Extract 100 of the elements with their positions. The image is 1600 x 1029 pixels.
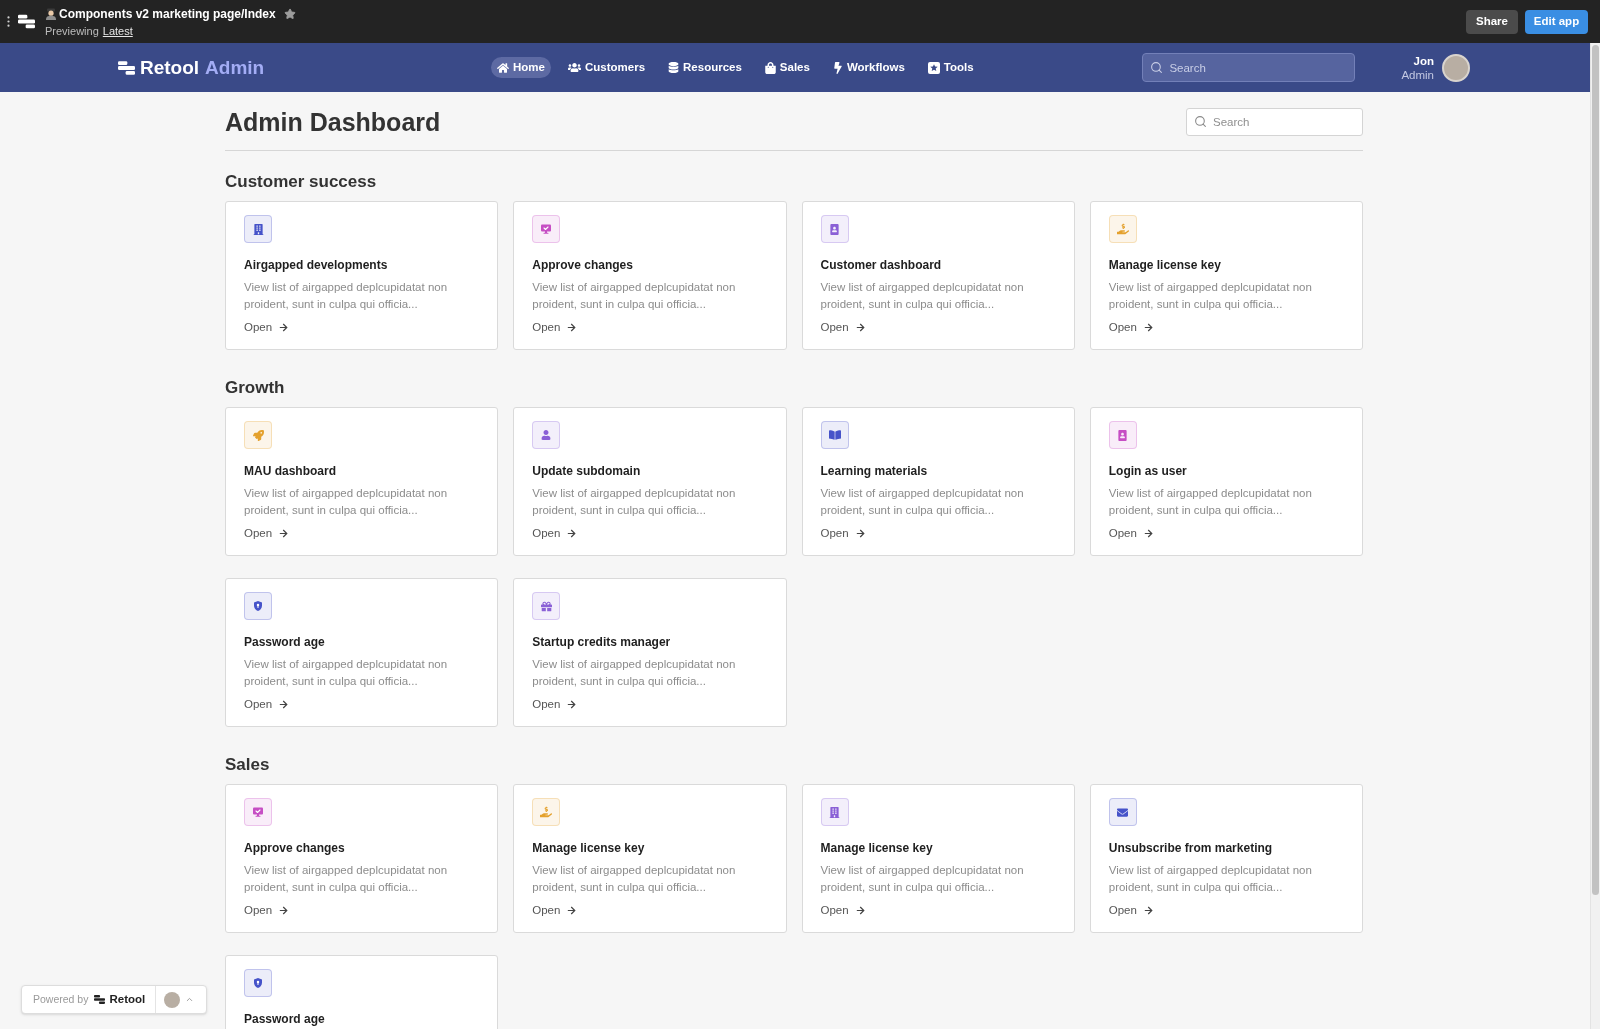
card-title: Approve changes (244, 840, 345, 856)
card-title: Manage license key (820, 840, 933, 856)
open-link[interactable]: Open (532, 696, 578, 712)
app-card[interactable]: Approve changes View list of airgapped deplcupidatat non proident, sunt in culpa qui officia... Open (225, 784, 499, 933)
section-heading: Customer success (225, 171, 378, 193)
open-link[interactable]: Open (244, 319, 290, 335)
nav-item[interactable]: Sales (758, 57, 816, 78)
arrow-right-icon (1142, 321, 1154, 333)
open-link[interactable]: Open (820, 525, 866, 541)
card-title: Manage license key (1108, 257, 1221, 273)
section-heading: Growth (225, 377, 286, 399)
logo-icon[interactable] (18, 14, 35, 29)
app-card[interactable]: Update subdomain View list of airgapped deplcupidatat non proident, sunt in culpa qui officia... Open (513, 407, 787, 556)
arrow-right-icon (566, 527, 578, 539)
card-title: Learning materials (820, 463, 928, 479)
open-link[interactable]: Open (532, 319, 578, 335)
home-icon (497, 61, 509, 74)
card-title: Login as user (1108, 463, 1187, 479)
nav-item[interactable]: Home (491, 57, 551, 78)
nav-item[interactable]: Tools (921, 57, 980, 78)
app-card[interactable]: MAU dashboard View list of airgapped deplcupidatat non proident, sunt in culpa qui officia... Open (225, 407, 499, 556)
open-link[interactable]: Open (1108, 525, 1154, 541)
card-description: View list of airgapped deplcupidatat non proident, sunt in culpa qui officia... (820, 280, 1025, 312)
card-title: Manage license key (532, 840, 645, 856)
avatar[interactable] (1442, 53, 1470, 82)
card-description: View list of airgapped deplcupidatat non proident, sunt in culpa qui officia... (244, 280, 449, 312)
app-card[interactable]: Manage license key View list of airgapped deplcupidatat non proident, sunt in culpa qui officia... Open (513, 784, 787, 933)
open-link[interactable]: Open (532, 902, 578, 918)
app-card[interactable]: Startup credits manager View list of airgapped deplcupidatat non proident, sunt in culpa qui officia... Open (513, 578, 787, 727)
star-square-icon (927, 61, 940, 74)
search-icon (1150, 61, 1164, 74)
logo-icon (118, 60, 135, 75)
search-field[interactable]: Search (1142, 53, 1356, 82)
arrow-right-icon (278, 527, 290, 539)
app-card[interactable]: Password age (225, 955, 499, 1029)
scrollbar-thumb[interactable] (1592, 45, 1599, 895)
card-description: View list of airgapped deplcupidatat non proident, sunt in culpa qui officia... (820, 863, 1025, 895)
app-card[interactable]: Approve changes View list of airgapped deplcupidatat non proident, sunt in culpa qui officia... Open (513, 201, 787, 350)
user-role: Admin (1401, 67, 1434, 82)
card-description: View list of airgapped deplcupidatat non proident, sunt in culpa qui officia... (1108, 486, 1313, 518)
app-card[interactable]: Password age View list of airgapped deplcupidatat non proident, sunt in culpa qui officia... Open (225, 578, 499, 727)
arrow-right-icon (278, 698, 290, 710)
search-icon (1194, 115, 1207, 128)
card-description: View list of airgapped deplcupidatat non proident, sunt in culpa qui officia... (532, 657, 737, 689)
app-card[interactable]: Airgapped developments View list of airgapped deplcupidatat non proident, sunt in culpa qui officia... Open (225, 201, 499, 350)
preview-label: Previewing (45, 24, 99, 40)
card-description: View list of airgapped deplcupidatat non proident, sunt in culpa qui officia... (1108, 280, 1313, 312)
version-link[interactable]: Latest (102, 23, 133, 40)
card-description: View list of airgapped deplcupidatat non proident, sunt in culpa qui officia... (244, 863, 449, 895)
open-link[interactable]: Open (244, 696, 290, 712)
nav-item[interactable]: Workflows (826, 57, 911, 78)
section-heading: Sales (225, 754, 271, 776)
app-card[interactable]: Unsubscribe from marketing View list of airgapped deplcupidatat non proident, sunt in culpa qui officia... Open (1089, 784, 1363, 933)
nav-item[interactable]: Resources (662, 57, 748, 78)
app-card[interactable]: Login as user View list of airgapped deplcupidatat non proident, sunt in culpa qui officia... Open (1089, 407, 1363, 556)
arrow-right-icon (278, 321, 290, 333)
person-icon (45, 7, 57, 20)
card-description: View list of airgapped deplcupidatat non proident, sunt in culpa qui officia... (244, 657, 449, 689)
arrow-right-icon (278, 904, 290, 916)
app-card[interactable]: Manage license key View list of airgapped deplcupidatat non proident, sunt in culpa qui officia... Open (1089, 201, 1363, 350)
nav-item[interactable]: Customers (561, 57, 652, 78)
page-title: Admin Dashboard (225, 107, 441, 138)
open-link[interactable]: Open (820, 902, 866, 918)
card-description: View list of airgapped deplcupidatat non proident, sunt in culpa qui officia... (532, 486, 737, 518)
open-link[interactable]: Open (244, 902, 290, 918)
brand-name: Retool (109, 991, 146, 1007)
card-description: View list of airgapped deplcupidatat non proident, sunt in culpa qui officia... (532, 863, 737, 895)
card-description: View list of airgapped deplcupidatat non proident, sunt in culpa qui officia... (1108, 863, 1313, 895)
more-options-icon[interactable] (7, 16, 10, 27)
card-description: View list of airgapped deplcupidatat non proident, sunt in culpa qui officia... (532, 280, 737, 312)
arrow-right-icon (1142, 527, 1154, 539)
open-link[interactable]: Open (1108, 902, 1154, 918)
card-title: Password age (244, 1011, 325, 1027)
avatar (164, 991, 181, 1008)
open-link[interactable]: Open (532, 525, 578, 541)
card-title: Unsubscribe from marketing (1108, 840, 1273, 856)
open-link[interactable]: Open (820, 319, 866, 335)
app-card[interactable]: Manage license key View list of airgapped deplcupidatat non proident, sunt in culpa qui officia... Open (801, 784, 1075, 933)
card-title: Approve changes (532, 257, 633, 273)
arrow-right-icon (854, 527, 866, 539)
card-title: Startup credits manager (532, 634, 671, 650)
open-link[interactable]: Open (1108, 319, 1154, 335)
powered-by-label: Powered by (33, 991, 89, 1007)
logo-text: Retool (140, 56, 200, 79)
arrow-right-icon (1142, 904, 1154, 916)
card-title: Update subdomain (532, 463, 641, 479)
arrow-right-icon (854, 904, 866, 916)
open-link[interactable]: Open (244, 525, 290, 541)
share-button[interactable]: Share (1466, 9, 1518, 34)
card-title: Password age (244, 634, 325, 650)
powered-by-badge[interactable]: Powered by Retool (21, 985, 207, 1014)
app-card[interactable]: Customer dashboard View list of airgapped deplcupidatat non proident, sunt in culpa qui officia... Open (801, 201, 1075, 350)
card-title: Airgapped developments (244, 257, 388, 273)
arrow-right-icon (854, 321, 866, 333)
star-icon[interactable] (283, 7, 296, 20)
card-title: Customer dashboard (820, 257, 942, 273)
app-card[interactable]: Learning materials View list of airgapped deplcupidatat non proident, sunt in culpa qui officia... Open (801, 407, 1075, 556)
user-name: Jon (1413, 53, 1434, 68)
bolt-icon (832, 61, 843, 74)
app-title: Components v2 marketing page/Index (59, 5, 276, 23)
